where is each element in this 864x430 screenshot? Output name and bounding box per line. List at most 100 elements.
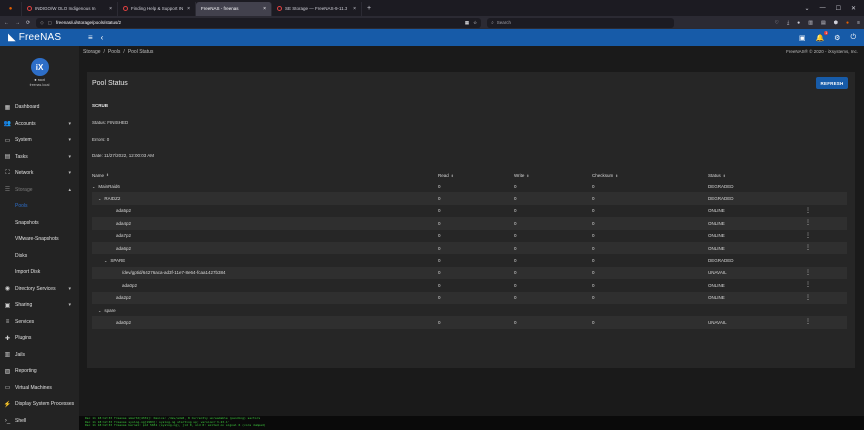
row-actions-kebab-icon[interactable]: ⋮ [805, 220, 811, 226]
sidebar-item-services[interactable]: ≡ Services [0, 314, 79, 331]
chevron-down-icon: ▾ [68, 285, 71, 292]
refresh-button[interactable]: REFRESH [816, 77, 848, 89]
sidebar-item-system[interactable]: ▭ System ▾ [0, 132, 79, 149]
sidebar-item-dashboard[interactable]: ▦ Dashboard [0, 99, 79, 116]
search-placeholder: Search [496, 20, 511, 25]
sidebar-item-shell[interactable]: ›_ Shell [0, 413, 79, 430]
table-row[interactable]: ⌄ RAIDZ2 0 0 0 DEGRADED [92, 192, 847, 205]
account-icon[interactable]: ● [797, 20, 800, 26]
reader-icon[interactable]: ▤ [821, 20, 826, 26]
menu-icon[interactable]: ≡ [857, 20, 860, 26]
cell-status: ONLINE [708, 208, 725, 214]
sidebar-item-sharing[interactable]: ▣ Sharing ▾ [0, 297, 79, 314]
firefox-icon: ● [8, 5, 13, 12]
cell-checksum: 0 [592, 183, 595, 189]
row-actions-kebab-icon[interactable]: ⋮ [805, 208, 811, 214]
sidebar-item-directory-services[interactable]: ◉ Directory Services ▾ [0, 281, 79, 298]
header-name[interactable]: Name ⬍ [92, 173, 438, 178]
header-checksum[interactable]: Checksum ⬍ [592, 173, 708, 178]
sort-icon: ⬍ [722, 173, 726, 178]
back-arrow-icon[interactable]: ← [4, 20, 9, 26]
maximize-icon[interactable]: ☐ [836, 5, 841, 12]
new-tab-button[interactable]: + [362, 5, 376, 12]
sidebar-item-vmware-snapshots[interactable]: VMware-Snapshots [0, 231, 79, 248]
breadcrumb-storage[interactable]: Storage [83, 49, 101, 55]
sidebar-item-tasks[interactable]: ▤ Tasks ▾ [0, 149, 79, 166]
header-write[interactable]: Write ⬍ [514, 173, 592, 178]
firefox-view-button[interactable]: ● [0, 1, 22, 16]
tab-close-icon[interactable]: × [259, 6, 266, 12]
sidebar-item-jails[interactable]: ▥ Jails [0, 347, 79, 364]
row-actions-kebab-icon[interactable]: ⋮ [805, 319, 811, 325]
row-actions-kebab-icon[interactable]: ⋮ [805, 245, 811, 251]
sidebar-item-reporting[interactable]: ▨ Reporting [0, 363, 79, 380]
row-actions-kebab-icon[interactable]: ⋮ [805, 295, 811, 301]
tab-list-icon[interactable]: ⌄ [805, 5, 810, 12]
directory-services-monitor-icon[interactable]: ▣ [799, 34, 806, 42]
tab-close-icon[interactable]: × [349, 6, 356, 12]
browser-tab[interactable]: Finding Help & Support IND × [118, 1, 196, 16]
url-bar[interactable]: ◇ ▢ freenas/ui/storage/pools/status/2 ▦ … [36, 17, 482, 28]
table-row[interactable]: ada6p2 0 0 0 ONLINE ⋮ [92, 241, 847, 255]
freenas-logo[interactable]: ◣ FreeNAS [0, 32, 79, 43]
expand-chevron-icon[interactable]: ⌄ [98, 308, 101, 313]
sidebar-item-virtual-machines[interactable]: ▭ Virtual Machines [0, 380, 79, 397]
reload-icon[interactable]: ⟳ [26, 20, 30, 26]
cell-name: spare [104, 307, 116, 313]
table-row[interactable]: ada2p2 0 0 0 ONLINE ⋮ [92, 291, 847, 304]
ix-avatar[interactable]: iX [30, 58, 49, 76]
pocket-icon[interactable]: ♡ [774, 20, 778, 26]
breadcrumb-pools[interactable]: Pools [108, 49, 121, 55]
header-read[interactable]: Read ⬍ [438, 173, 514, 178]
table-row[interactable]: ⌄ spare [92, 304, 847, 316]
minimize-icon[interactable]: — [820, 5, 826, 12]
download-icon[interactable]: ⤓ [787, 20, 789, 26]
notifications-bell-icon[interactable]: 🔔 1 [815, 30, 829, 42]
extensions-icon[interactable]: ⬢ [834, 20, 838, 26]
tab-close-icon[interactable]: × [183, 6, 190, 12]
hamburger-menu-icon[interactable]: ≡ [88, 33, 93, 42]
table-row[interactable]: /dev/gptid/64276aca-ad3f-11e7-8e64-fcaa1… [92, 266, 847, 280]
expand-chevron-icon[interactable]: ⌄ [104, 258, 107, 263]
sidebar-item-import-disk[interactable]: Import Disk [0, 264, 79, 281]
table-row[interactable]: ada0p2 0 0 0 UNAVAIL ⋮ [92, 316, 847, 329]
browser-tab[interactable]: FreeNAS - freenas × [196, 1, 272, 16]
sidebar-item-display-system-processes[interactable]: ⚡ Display System Processes [0, 396, 79, 413]
cell-name: ada6p2 [116, 245, 132, 251]
expand-chevron-icon[interactable]: ⌄ [92, 184, 95, 189]
row-actions-kebab-icon[interactable]: ⋮ [805, 233, 811, 239]
grid-icon[interactable]: ▦ [465, 20, 469, 26]
cell-checksum: 0 [592, 282, 595, 288]
browser-search-box[interactable]: ⌕ Search [487, 17, 675, 28]
browser-tab[interactable]: INDIGO/W OLO Indigenous In × [22, 1, 118, 16]
firefox-account-icon[interactable]: ● [846, 20, 849, 26]
table-row[interactable]: ⌄ SPARE 0 0 0 DEGRADED [92, 254, 847, 266]
table-row[interactable]: ada5p2 0 0 0 ONLINE ⋮ [92, 205, 847, 217]
row-actions-kebab-icon[interactable]: ⋮ [805, 270, 811, 276]
sidebar-item-network[interactable]: ⛶ Network ▾ [0, 165, 79, 182]
shell-console-output: Dec 11 18:12:33 freenas smartd[4331]: De… [79, 416, 864, 430]
sidebar-item-plugins[interactable]: ✚ Plugins [0, 330, 79, 347]
sidebar-item-storage[interactable]: ☰ Storage ▴ [0, 182, 79, 199]
header-status[interactable]: Status ⬍ [708, 173, 808, 178]
close-window-icon[interactable]: ✕ [851, 5, 856, 12]
table-row[interactable]: ada4p2 0 0 0 ONLINE ⋮ [92, 217, 847, 230]
sort-icon: ⬍ [106, 173, 109, 177]
browser-tab[interactable]: SE Storage — FreeNAS-9-11.3 × [272, 1, 362, 16]
tab-close-icon[interactable]: × [105, 6, 112, 12]
table-row[interactable]: ⌄ MainRaid6 0 0 0 DEGRADED [92, 180, 847, 192]
sidebar-item-accounts[interactable]: 👥 Accounts ▾ [0, 116, 79, 133]
sidebar-item-disks[interactable]: Disks [0, 248, 79, 265]
power-icon[interactable]: ⏻ [850, 34, 856, 42]
forward-arrow-icon[interactable]: → [15, 20, 20, 26]
settings-gear-icon[interactable]: ⚙ [834, 34, 840, 42]
library-icon[interactable]: ▥ [808, 20, 813, 26]
table-row[interactable]: ada0p2 0 0 0 ONLINE ⋮ [92, 279, 847, 291]
sidebar-item-pools[interactable]: Pools [0, 198, 79, 215]
row-actions-kebab-icon[interactable]: ⋮ [805, 282, 811, 288]
table-row[interactable]: ada7p2 0 0 0 ONLINE ⋮ [92, 230, 847, 242]
bookmark-star-icon[interactable]: ☆ [473, 20, 477, 26]
expand-chevron-icon[interactable]: ⌄ [98, 196, 101, 201]
collapse-sidebar-icon[interactable]: ‹ [101, 33, 104, 42]
sidebar-item-snapshots[interactable]: Snapshots [0, 215, 79, 232]
